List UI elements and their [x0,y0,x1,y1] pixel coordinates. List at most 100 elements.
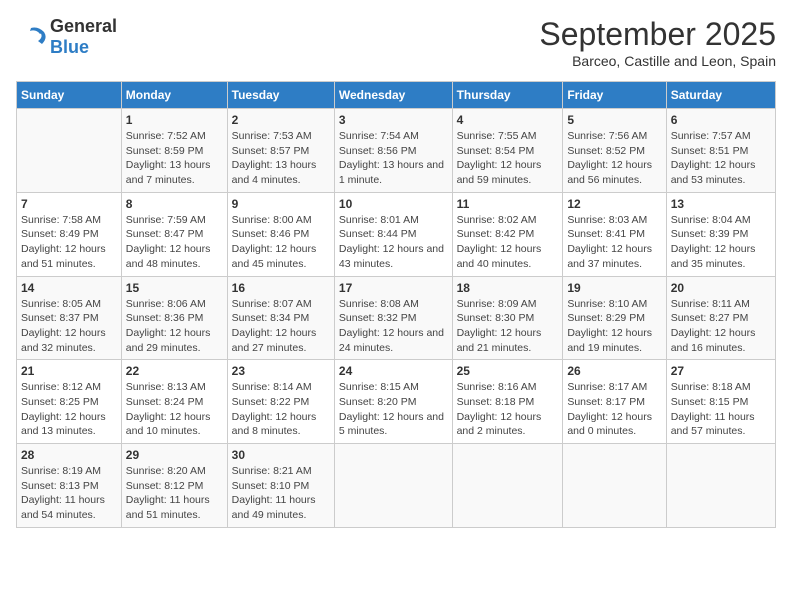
day-number: 27 [671,364,771,378]
logo-general: General [50,16,117,36]
cell-week4-day1: 22 Sunrise: 8:13 AMSunset: 8:24 PMDayligh… [121,360,227,444]
week-row-3: 14 Sunrise: 8:05 AMSunset: 8:37 PMDayligh… [17,276,776,360]
cell-week1-day1: 1Sunrise: 7:52 AMSunset: 8:59 PMDaylight… [121,109,227,193]
day-info: Sunrise: 8:07 AMSunset: 8:34 PMDaylight:… [232,297,330,356]
page-header: General Blue September 2025 Barceo, Cast… [16,16,776,69]
cell-week5-day5 [563,444,666,528]
logo-text: General Blue [50,16,117,58]
day-number: 17 [339,281,448,295]
day-info: Sunrise: 8:13 AMSunset: 8:24 PMDaylight:… [126,380,223,439]
day-number: 29 [126,448,223,462]
day-number: 21 [21,364,117,378]
cell-week4-day6: 27 Sunrise: 8:18 AMSunset: 8:15 PMDayligh… [666,360,775,444]
day-number: 1 [126,113,223,127]
day-number: 9 [232,197,330,211]
day-number: 18 [457,281,559,295]
col-monday: Monday [121,82,227,109]
cell-week5-day2: 30 Sunrise: 8:21 AMSunset: 8:10 PMDayligh… [227,444,334,528]
day-number: 2 [232,113,330,127]
col-tuesday: Tuesday [227,82,334,109]
day-info: Sunrise: 7:55 AMSunset: 8:54 PMDaylight:… [457,129,559,188]
cell-week3-day0: 14 Sunrise: 8:05 AMSunset: 8:37 PMDayligh… [17,276,122,360]
col-sunday: Sunday [17,82,122,109]
cell-week3-day5: 19 Sunrise: 8:10 AMSunset: 8:29 PMDayligh… [563,276,666,360]
day-number: 8 [126,197,223,211]
cell-week3-day6: 20 Sunrise: 8:11 AMSunset: 8:27 PMDayligh… [666,276,775,360]
day-number: 5 [567,113,661,127]
day-info: Sunrise: 8:11 AMSunset: 8:27 PMDaylight:… [671,297,771,356]
week-row-1: 1Sunrise: 7:52 AMSunset: 8:59 PMDaylight… [17,109,776,193]
day-number: 19 [567,281,661,295]
cell-week4-day5: 26Sunrise: 8:17 AMSunset: 8:17 PMDayligh… [563,360,666,444]
day-info: Sunrise: 7:54 AMSunset: 8:56 PMDaylight:… [339,129,448,188]
day-info: Sunrise: 8:18 AMSunset: 8:15 PMDaylight:… [671,380,771,439]
col-saturday: Saturday [666,82,775,109]
cell-week1-day6: 6Sunrise: 7:57 AMSunset: 8:51 PMDaylight… [666,109,775,193]
day-info: Sunrise: 8:17 AMSunset: 8:17 PMDaylight:… [567,380,661,439]
cell-week2-day1: 8Sunrise: 7:59 AMSunset: 8:47 PMDaylight… [121,192,227,276]
day-info: Sunrise: 8:21 AMSunset: 8:10 PMDaylight:… [232,464,330,523]
day-number: 7 [21,197,117,211]
cell-week2-day4: 11Sunrise: 8:02 AMSunset: 8:42 PMDayligh… [452,192,563,276]
day-number: 30 [232,448,330,462]
cell-week1-day2: 2 Sunrise: 7:53 AMSunset: 8:57 PMDaylight… [227,109,334,193]
cell-week1-day4: 4Sunrise: 7:55 AMSunset: 8:54 PMDaylight… [452,109,563,193]
day-number: 24 [339,364,448,378]
col-thursday: Thursday [452,82,563,109]
cell-week1-day3: 3Sunrise: 7:54 AMSunset: 8:56 PMDaylight… [334,109,452,193]
week-row-2: 7 Sunrise: 7:58 AMSunset: 8:49 PMDaylight… [17,192,776,276]
cell-week5-day0: 28 Sunrise: 8:19 AMSunset: 8:13 PMDayligh… [17,444,122,528]
cell-week2-day6: 13 Sunrise: 8:04 AMSunset: 8:39 PMDayligh… [666,192,775,276]
cell-week1-day0 [17,109,122,193]
day-info: Sunrise: 7:57 AMSunset: 8:51 PMDaylight:… [671,129,771,188]
cell-week3-day4: 18 Sunrise: 8:09 AMSunset: 8:30 PMDayligh… [452,276,563,360]
day-info: Sunrise: 8:14 AMSunset: 8:22 PMDaylight:… [232,380,330,439]
calendar-table: Sunday Monday Tuesday Wednesday Thursday… [16,81,776,528]
cell-week4-day2: 23Sunrise: 8:14 AMSunset: 8:22 PMDayligh… [227,360,334,444]
day-info: Sunrise: 8:19 AMSunset: 8:13 PMDaylight:… [21,464,117,523]
cell-week5-day6 [666,444,775,528]
cell-week5-day1: 29 Sunrise: 8:20 AMSunset: 8:12 PMDayligh… [121,444,227,528]
day-number: 28 [21,448,117,462]
day-info: Sunrise: 8:01 AMSunset: 8:44 PMDaylight:… [339,213,448,272]
day-info: Sunrise: 8:03 AMSunset: 8:41 PMDaylight:… [567,213,661,272]
calendar-subtitle: Barceo, Castille and Leon, Spain [539,53,776,69]
week-row-4: 21 Sunrise: 8:12 AMSunset: 8:25 PMDayligh… [17,360,776,444]
day-number: 14 [21,281,117,295]
cell-week2-day2: 9 Sunrise: 8:00 AMSunset: 8:46 PMDaylight… [227,192,334,276]
day-info: Sunrise: 8:05 AMSunset: 8:37 PMDaylight:… [21,297,117,356]
day-info: Sunrise: 7:58 AMSunset: 8:49 PMDaylight:… [21,213,117,272]
day-info: Sunrise: 8:04 AMSunset: 8:39 PMDaylight:… [671,213,771,272]
logo-blue: Blue [50,37,89,57]
title-block: September 2025 Barceo, Castille and Leon… [539,16,776,69]
cell-week3-day3: 17Sunrise: 8:08 AMSunset: 8:32 PMDayligh… [334,276,452,360]
cell-week2-day5: 12 Sunrise: 8:03 AMSunset: 8:41 PMDayligh… [563,192,666,276]
cell-week5-day4 [452,444,563,528]
day-number: 22 [126,364,223,378]
day-number: 25 [457,364,559,378]
col-friday: Friday [563,82,666,109]
day-info: Sunrise: 8:06 AMSunset: 8:36 PMDaylight:… [126,297,223,356]
cell-week2-day3: 10 Sunrise: 8:01 AMSunset: 8:44 PMDayligh… [334,192,452,276]
header-row: Sunday Monday Tuesday Wednesday Thursday… [17,82,776,109]
day-info: Sunrise: 8:10 AMSunset: 8:29 PMDaylight:… [567,297,661,356]
day-number: 13 [671,197,771,211]
day-number: 11 [457,197,559,211]
day-number: 12 [567,197,661,211]
cell-week4-day3: 24Sunrise: 8:15 AMSunset: 8:20 PMDayligh… [334,360,452,444]
day-number: 10 [339,197,448,211]
day-info: Sunrise: 8:12 AMSunset: 8:25 PMDaylight:… [21,380,117,439]
day-number: 20 [671,281,771,295]
cell-week3-day2: 16 Sunrise: 8:07 AMSunset: 8:34 PMDayligh… [227,276,334,360]
day-info: Sunrise: 8:20 AMSunset: 8:12 PMDaylight:… [126,464,223,523]
week-row-5: 28 Sunrise: 8:19 AMSunset: 8:13 PMDayligh… [17,444,776,528]
day-info: Sunrise: 8:16 AMSunset: 8:18 PMDaylight:… [457,380,559,439]
logo: General Blue [16,16,117,58]
day-number: 16 [232,281,330,295]
day-info: Sunrise: 8:09 AMSunset: 8:30 PMDaylight:… [457,297,559,356]
day-info: Sunrise: 7:53 AMSunset: 8:57 PMDaylight:… [232,129,330,188]
col-wednesday: Wednesday [334,82,452,109]
cell-week4-day4: 25 Sunrise: 8:16 AMSunset: 8:18 PMDayligh… [452,360,563,444]
day-info: Sunrise: 7:56 AMSunset: 8:52 PMDaylight:… [567,129,661,188]
day-info: Sunrise: 8:00 AMSunset: 8:46 PMDaylight:… [232,213,330,272]
